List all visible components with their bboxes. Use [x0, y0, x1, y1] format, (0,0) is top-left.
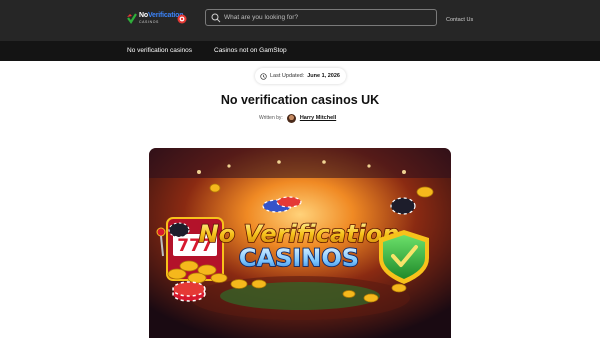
written-by-label: Written by: [259, 115, 283, 121]
nav-item-casinos-not-on-gamstop[interactable]: Casinos not on GamStop [214, 47, 287, 54]
search-input[interactable]: What are you looking for? [205, 9, 437, 26]
last-updated-date: June 1, 2026 [307, 73, 340, 79]
last-updated-badge: Last Updated: June 1, 2026 [255, 68, 346, 84]
author-avatar [286, 113, 296, 123]
page-title: No verification casinos UK [220, 93, 380, 107]
nav-item-no-verification-casinos[interactable]: No verification casinos [127, 47, 192, 54]
author-byline: Written by: Harry Mitchell [259, 113, 336, 123]
contact-us-link[interactable]: Contact Us [446, 17, 473, 23]
author-link[interactable]: Harry Mitchell [300, 115, 336, 121]
hero-headline-line2: CASINOS [239, 244, 359, 272]
search-placeholder: What are you looking for? [224, 14, 299, 21]
last-updated-label: Last Updated: [270, 73, 305, 79]
search-icon [211, 13, 221, 23]
hero-image: 777 No Verification CASINOS [149, 148, 451, 338]
history-clock-icon [260, 72, 267, 80]
checkmark-logo-icon [127, 13, 137, 24]
main-nav: No verification casinos Casinos not on G… [0, 41, 600, 61]
site-header: NoVerification CASINOS What are you look… [0, 0, 600, 41]
casino-chip-icon [177, 14, 187, 24]
logo-tagline: CASINOS [139, 20, 159, 24]
site-logo[interactable]: NoVerification CASINOS [127, 12, 189, 26]
